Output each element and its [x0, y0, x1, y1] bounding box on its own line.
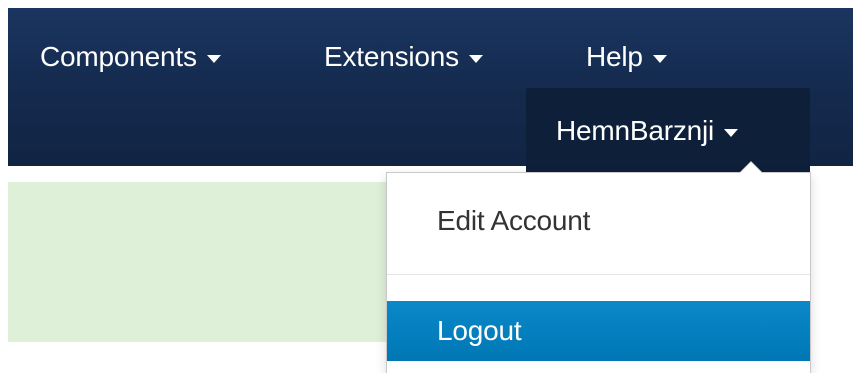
menu-extensions[interactable]: Extensions — [324, 40, 483, 74]
edit-account-link[interactable]: Edit Account — [387, 191, 810, 251]
menu-extensions-label: Extensions — [324, 41, 459, 72]
logout-link[interactable]: Logout — [387, 301, 810, 361]
edit-account-label: Edit Account — [437, 205, 591, 236]
dropdown-arrow-inner — [740, 162, 762, 173]
menu-components[interactable]: Components — [40, 40, 221, 74]
caret-down-icon — [724, 128, 739, 137]
username: HemnBarznji — [556, 115, 715, 146]
top-navbar: Components Extensions Help HemnBarznji — [8, 8, 853, 174]
menu-help[interactable]: Help — [586, 40, 667, 74]
logout-label: Logout — [437, 315, 522, 346]
caret-down-icon — [206, 54, 221, 63]
success-alert — [8, 182, 388, 342]
user-menu-label-wrap: HemnBarznji — [556, 114, 739, 148]
caret-down-icon — [468, 54, 483, 63]
user-menu-toggle[interactable]: HemnBarznji — [526, 88, 810, 174]
menu-components-label: Components — [40, 41, 197, 72]
caret-down-icon — [652, 54, 667, 63]
menu-help-label: Help — [586, 41, 643, 72]
user-dropdown-menu: Edit Account Logout — [386, 161, 811, 373]
menu-divider — [387, 274, 810, 275]
